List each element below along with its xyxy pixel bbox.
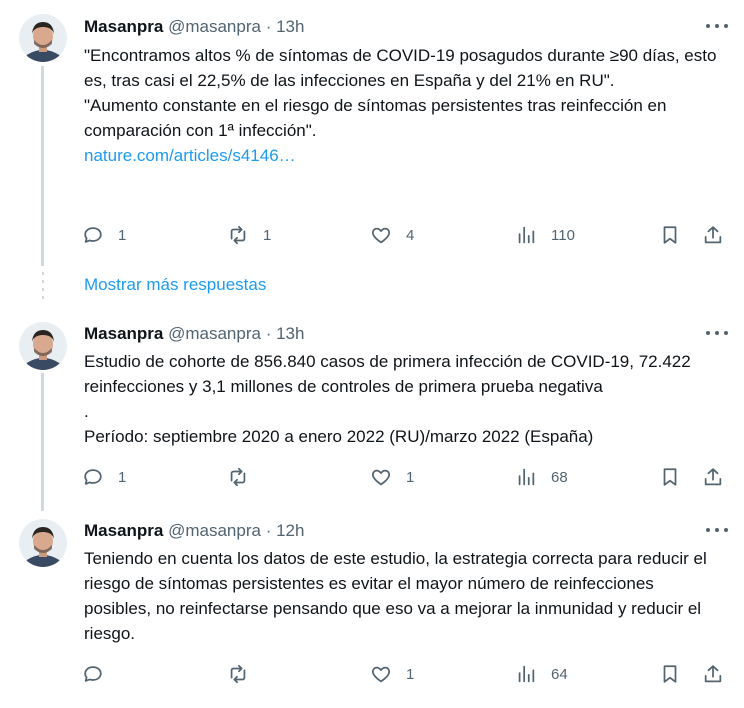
reply-button[interactable] (82, 661, 118, 687)
avatar[interactable] (19, 322, 67, 370)
more-icon[interactable] (706, 20, 728, 32)
reply-button[interactable]: 1 (82, 464, 126, 490)
tweet-actions: 1 64 (82, 661, 730, 687)
bookmark-button[interactable] (659, 464, 681, 490)
tweet-header: Masanpra @masanpra · 13h (84, 324, 305, 343)
author-name[interactable]: Masanpra (84, 324, 163, 343)
avatar[interactable] (19, 14, 67, 62)
author-handle[interactable]: @masanpra (168, 324, 261, 343)
tweet-paragraph: "Aumento constante en el riesgo de sínto… (84, 96, 667, 140)
share-icon (704, 226, 722, 244)
like-icon (371, 666, 391, 683)
retweet-button[interactable] (227, 661, 263, 687)
share-button[interactable] (702, 464, 724, 490)
views-button[interactable]: 68 (515, 464, 568, 490)
author-handle[interactable]: @masanpra (168, 17, 261, 36)
views-icon (518, 468, 535, 486)
reply-icon (84, 666, 102, 682)
retweet-button[interactable]: 1 (227, 222, 271, 248)
bookmark-icon (663, 468, 677, 486)
tweet-paragraph: Teniendo en cuenta los datos de este est… (84, 549, 707, 643)
bookmark-button[interactable] (659, 661, 681, 687)
thread-dot (42, 280, 44, 283)
share-icon (704, 468, 722, 486)
views-count: 110 (551, 226, 575, 244)
share-button[interactable] (702, 222, 724, 248)
tweet-paragraph: Estudio de cohorte de 856.840 casos de p… (84, 352, 691, 421)
views-count: 68 (551, 468, 568, 486)
views-icon (518, 665, 535, 683)
tweet-actions: 1 1 4 110 (82, 222, 730, 248)
tweet-text: Teniendo en cuenta los datos de este est… (84, 546, 724, 646)
author-handle[interactable]: @masanpra (168, 521, 261, 540)
views-icon (518, 226, 535, 244)
bookmark-icon (663, 665, 677, 683)
timestamp[interactable]: 13h (276, 324, 304, 343)
reply-icon (84, 227, 102, 243)
tweet-paragraph: Período: septiembre 2020 a enero 2022 (R… (84, 427, 594, 446)
retweet-icon (230, 664, 246, 684)
views-button[interactable]: 64 (515, 661, 568, 687)
timestamp[interactable]: 12h (276, 521, 304, 540)
avatar[interactable] (19, 519, 67, 567)
reply-button[interactable]: 1 (82, 222, 126, 248)
tweet-paragraph: "Encontramos altos % de síntomas de COVI… (84, 46, 717, 90)
more-icon[interactable] (706, 327, 728, 339)
thread-line (41, 373, 44, 511)
thread-dot (42, 296, 44, 299)
thread-dot (42, 272, 44, 275)
tweet-header: Masanpra @masanpra · 12h (84, 521, 305, 540)
retweet-count: 1 (263, 226, 272, 244)
like-icon (371, 227, 391, 244)
more-icon[interactable] (706, 524, 728, 536)
reply-count: 1 (118, 226, 127, 244)
share-icon (704, 665, 722, 683)
views-count: 64 (551, 665, 568, 683)
tweet-actions: 1 1 68 (82, 464, 730, 490)
retweet-button[interactable] (227, 464, 263, 490)
author-name[interactable]: Masanpra (84, 17, 163, 36)
retweet-icon (230, 467, 246, 487)
like-button[interactable]: 1 (370, 464, 414, 490)
retweet-icon (230, 225, 246, 245)
bookmark-icon (663, 226, 677, 244)
like-icon (371, 469, 391, 486)
like-button[interactable]: 4 (370, 222, 414, 248)
tweet-text: Estudio de cohorte de 856.840 casos de p… (84, 349, 724, 449)
share-button[interactable] (702, 661, 724, 687)
views-button[interactable]: 110 (515, 222, 575, 248)
tweet-header: Masanpra @masanpra · 13h (84, 17, 305, 36)
like-count: 1 (406, 665, 415, 683)
like-button[interactable]: 1 (370, 661, 414, 687)
article-link[interactable]: nature.com/articles/s4146… (84, 146, 296, 165)
like-count: 1 (406, 468, 415, 486)
reply-icon (84, 469, 102, 485)
show-more-replies-link[interactable]: Mostrar más respuestas (84, 274, 266, 296)
timestamp[interactable]: 13h (276, 17, 304, 36)
like-count: 4 (406, 226, 415, 244)
author-name[interactable]: Masanpra (84, 521, 163, 540)
tweet-text: "Encontramos altos % de síntomas de COVI… (84, 43, 724, 168)
thread-dot (42, 288, 44, 291)
bookmark-button[interactable] (659, 222, 681, 248)
reply-count: 1 (118, 468, 127, 486)
thread-line (41, 66, 44, 266)
